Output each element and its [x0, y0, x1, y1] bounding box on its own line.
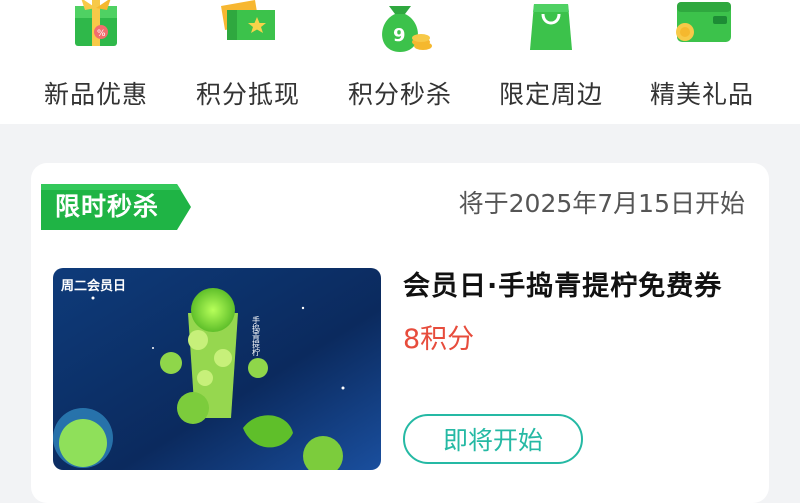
coming-soon-button[interactable]: 即将开始: [403, 414, 583, 464]
category-label: 限定周边: [498, 80, 603, 109]
product-points: 8积分: [403, 324, 475, 355]
product-title[interactable]: 会员日·手捣青提柠免费券: [403, 267, 722, 307]
flash-sale-card: 限时秒杀 将于2025年7月15日开始 周二会员日 手捣青提柠 会员日·手捣青提…: [31, 163, 769, 503]
category-limited-merch[interactable]: 限定周边: [476, 0, 626, 124]
wallet-icon: [667, 0, 737, 54]
category-nav: % 新品优惠 积分抵现 9 积分秒杀 限定周边 精美礼品: [0, 0, 800, 124]
ticket-icon: [213, 0, 283, 54]
svg-text:%: %: [97, 29, 106, 39]
flash-sale-tag: 限时秒杀: [41, 184, 191, 230]
gift-box-icon: %: [61, 0, 131, 54]
category-points-cash[interactable]: 积分抵现: [173, 0, 323, 124]
money-bag-icon: 9: [365, 0, 435, 54]
category-label: 新品优惠: [43, 80, 148, 109]
category-label: 积分抵现: [195, 80, 300, 109]
product-image-label: 周二会员日: [61, 278, 126, 294]
product-image[interactable]: 周二会员日 手捣青提柠: [53, 268, 381, 470]
category-new-offers[interactable]: % 新品优惠: [21, 0, 171, 124]
flash-sale-tag-label: 限时秒杀: [55, 192, 160, 221]
category-points-flash-sale[interactable]: 9 积分秒杀: [325, 0, 475, 124]
start-time-text: 将于2025年7月15日开始: [458, 189, 745, 218]
money-bag-badge: 9: [393, 25, 406, 46]
category-fine-gifts[interactable]: 精美礼品: [627, 0, 777, 124]
category-label: 精美礼品: [649, 80, 754, 109]
shopping-bag-icon: [516, 0, 586, 54]
category-label: 积分秒杀: [347, 80, 452, 109]
product-image-side-text: 手捣青提柠: [252, 315, 261, 357]
